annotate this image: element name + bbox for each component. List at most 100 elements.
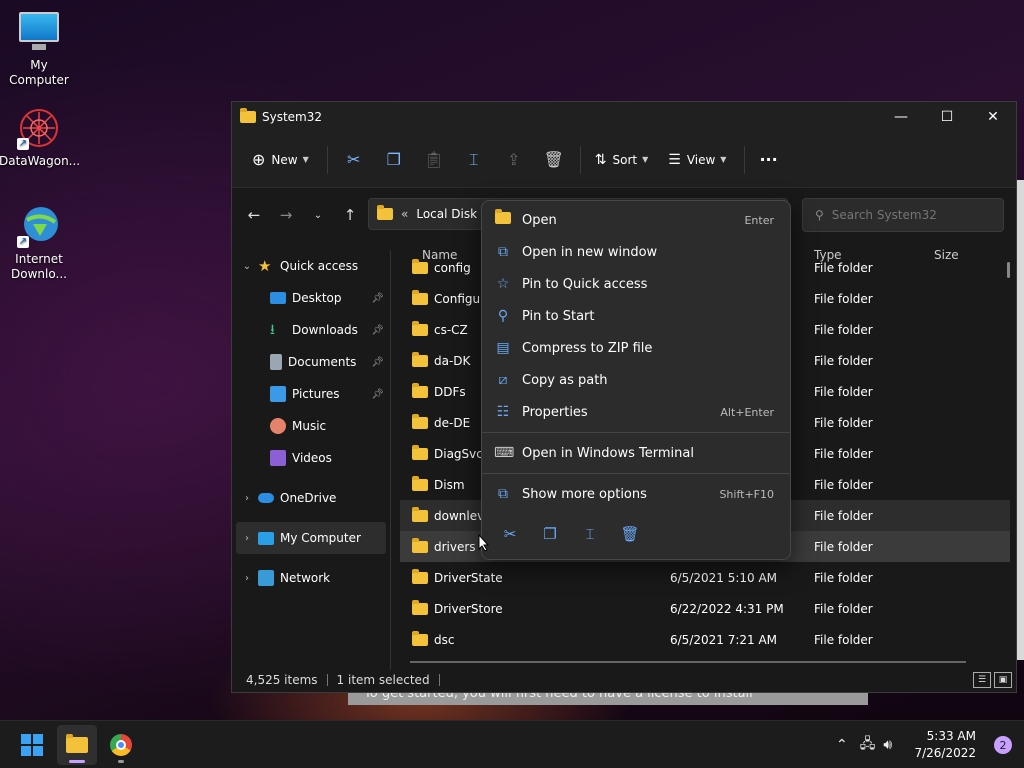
desktop-icon xyxy=(270,292,286,304)
title-bar[interactable]: System32 — ☐ ✕ xyxy=(232,102,1016,132)
sidebar-item-documents[interactable]: Documents 📌︎ xyxy=(232,346,390,378)
status-bar: 4,525 items 1 item selected ☰ ▣ xyxy=(232,668,1016,692)
file-name: de-DE xyxy=(434,415,471,430)
desktop-icon-internet-download-manager[interactable]: ↗ Internet Downlo... xyxy=(0,204,79,282)
sidebar-item-quick-access[interactable]: ⌄ ★ Quick access xyxy=(232,250,390,282)
paste-button[interactable]: 📋︎ xyxy=(414,143,454,177)
cut-button[interactable]: ✂ xyxy=(334,143,374,177)
delete-button[interactable]: 🗑︎ xyxy=(534,143,574,177)
sort-button[interactable]: ⇅ Sort ▼ xyxy=(587,143,657,177)
notification-badge[interactable]: 2 xyxy=(994,736,1012,754)
clock[interactable]: 5:33 AM 7/26/2022 xyxy=(914,728,976,762)
rename-icon: ⌶ xyxy=(468,149,479,169)
menu-item-pin-quick-access[interactable]: ☆ Pin to Quick access xyxy=(482,268,790,300)
horizontal-scrollbar[interactable] xyxy=(410,661,966,663)
open-new-window-icon: ⧉ xyxy=(498,244,508,260)
sidebar-item-label: Documents xyxy=(288,355,357,369)
copy-button[interactable]: ❐ xyxy=(374,143,414,177)
network-icon[interactable]: 🖧︎ xyxy=(860,733,876,757)
folder-icon xyxy=(412,413,428,429)
sidebar-item-videos[interactable]: Videos xyxy=(232,442,390,474)
close-button[interactable]: ✕ xyxy=(970,102,1016,132)
share-button[interactable]: ⇪ xyxy=(494,143,534,177)
clock-time: 5:33 AM xyxy=(926,729,976,743)
menu-item-show-more-options[interactable]: ⧉ Show more options Shift+F10 xyxy=(482,478,790,510)
video-icon xyxy=(270,450,286,466)
minimize-button[interactable]: — xyxy=(878,102,924,132)
rename-button[interactable]: ⌶ xyxy=(454,143,494,177)
menu-item-open-terminal[interactable]: ⌨ Open in Windows Terminal xyxy=(482,437,790,469)
chevron-down-icon[interactable]: ⌄ xyxy=(240,261,254,272)
back-button[interactable]: ← xyxy=(238,200,270,230)
folder-icon xyxy=(412,320,428,336)
maximize-button[interactable]: ☐ xyxy=(924,102,970,132)
table-row[interactable]: DriverState 6/5/2021 5:10 AM File folder xyxy=(400,562,1010,593)
vertical-scrollbar[interactable] xyxy=(1007,262,1010,278)
desktop-icon-my-computer[interactable]: My Computer xyxy=(0,10,79,88)
sidebar-item-downloads[interactable]: ⭳ Downloads 📌︎ xyxy=(232,314,390,346)
sidebar-item-music[interactable]: Music xyxy=(232,410,390,442)
table-row[interactable]: dsc 6/5/2021 7:21 AM File folder xyxy=(400,624,1010,655)
menu-item-properties[interactable]: ☷ Properties Alt+Enter xyxy=(482,396,790,428)
chevron-right-icon[interactable]: › xyxy=(240,493,254,504)
sidebar-item-my-computer[interactable]: › My Computer xyxy=(236,522,386,554)
file-type: File folder xyxy=(814,353,873,368)
menu-item-copy-as-path[interactable]: ⧄ Copy as path xyxy=(482,364,790,396)
taskbar-file-explorer[interactable] xyxy=(57,725,97,765)
copy-icon[interactable]: ❐ xyxy=(530,519,570,549)
chevron-up-icon[interactable]: ⌃ xyxy=(836,737,848,753)
search-box[interactable]: ⚲ xyxy=(802,198,1004,232)
sidebar-item-desktop[interactable]: Desktop 📌︎ xyxy=(232,282,390,314)
scissors-icon[interactable]: ✂ xyxy=(490,519,530,549)
arrow-left-icon: ← xyxy=(247,206,261,224)
chevron-right-icon[interactable]: › xyxy=(240,533,254,544)
folder-icon xyxy=(412,289,428,305)
sidebar-item-onedrive[interactable]: › OneDrive xyxy=(232,482,390,514)
table-row[interactable]: DriverStore 6/22/2022 4:31 PM File folde… xyxy=(400,593,1010,624)
file-type: File folder xyxy=(814,322,873,337)
file-type: File folder xyxy=(814,570,873,585)
view-button[interactable]: ☰ View ▼ xyxy=(660,143,734,177)
file-name: dsc xyxy=(434,632,455,647)
menu-item-shortcut: Alt+Enter xyxy=(720,405,774,419)
pane-divider[interactable] xyxy=(390,250,391,670)
file-name: drivers xyxy=(434,539,476,554)
menu-item-open[interactable]: Open Enter xyxy=(482,204,790,236)
folder-icon xyxy=(66,734,88,753)
arrow-right-icon: → xyxy=(279,206,293,224)
file-type: File folder xyxy=(814,477,873,492)
up-button[interactable]: ↑ xyxy=(334,200,366,230)
large-icons-view-icon[interactable]: ▣ xyxy=(994,672,1012,688)
pin-icon: 📌︎ xyxy=(371,356,384,368)
rename-icon[interactable]: ⌶ xyxy=(570,519,610,549)
toolbar-divider xyxy=(326,145,328,174)
sidebar-item-network[interactable]: › Network xyxy=(232,562,390,594)
trash-icon[interactable]: 🗑︎ xyxy=(610,519,650,549)
sidebar-item-pictures[interactable]: Pictures 📌︎ xyxy=(232,378,390,410)
cloud-icon xyxy=(258,493,274,503)
chevron-right-icon[interactable]: › xyxy=(240,573,254,584)
more-options-button[interactable]: ··· xyxy=(751,143,785,177)
sidebar-item-label: Quick access xyxy=(280,259,359,273)
menu-item-open-new-window[interactable]: ⧉ Open in new window xyxy=(482,236,790,268)
start-button[interactable] xyxy=(12,725,52,765)
search-input[interactable] xyxy=(831,208,982,222)
taskbar-chrome[interactable] xyxy=(101,725,141,765)
arrow-up-icon: ↑ xyxy=(343,206,357,224)
sidebar-item-label: OneDrive xyxy=(280,491,337,505)
view-button-label: View xyxy=(686,152,716,167)
recent-locations-button[interactable]: ⌄ xyxy=(302,200,334,230)
scissors-icon: ✂ xyxy=(347,150,361,169)
forward-button[interactable]: → xyxy=(270,200,302,230)
new-button[interactable]: ⊕ New ▼ xyxy=(244,143,317,177)
breadcrumb-overflow[interactable]: « xyxy=(401,207,408,221)
sidebar-item-label: Pictures xyxy=(292,387,340,401)
volume-icon[interactable]: 🔊︎ xyxy=(883,737,892,753)
folder-icon xyxy=(240,108,256,123)
menu-item-compress-zip[interactable]: ▤ Compress to ZIP file xyxy=(482,332,790,364)
details-view-icon[interactable]: ☰ xyxy=(973,672,991,688)
document-icon xyxy=(270,354,282,370)
menu-item-pin-to-start[interactable]: ⚲ Pin to Start xyxy=(482,300,790,332)
desktop-icon-datawagon[interactable]: ↗ DataWagon... xyxy=(0,106,80,169)
download-icon: ⭳ xyxy=(270,322,275,338)
